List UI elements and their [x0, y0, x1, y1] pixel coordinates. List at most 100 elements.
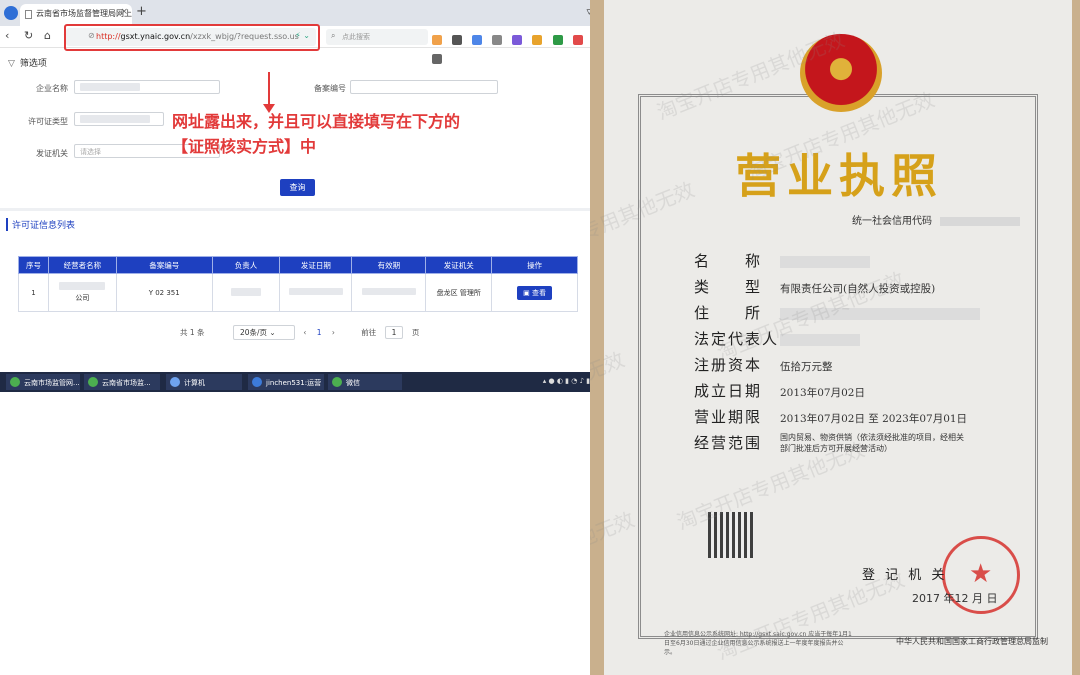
annotation-text-line1: 网址露出来，并且可以直接填写在下方的	[172, 112, 461, 131]
taskbar-item[interactable]: 云南省市场监...	[84, 374, 160, 390]
registration-authority: 登 记 机 关	[862, 568, 948, 583]
issuer-label: 发证机关	[36, 149, 68, 158]
extension-icon[interactable]	[432, 35, 442, 45]
field-term: 营业期限 2013年07月02日 至 2023年07月01日	[694, 408, 968, 426]
field-type: 类 型有限责任公司(自然人投资或控股)	[694, 278, 936, 296]
current-page[interactable]: 1	[317, 328, 322, 337]
field-value-redacted	[780, 308, 980, 320]
permit-table: 序号 经营者名称 备案编号 负责人 发证日期 有效期 发证机关 操作 1 公司 …	[18, 256, 578, 312]
close-tab-icon[interactable]: ×	[120, 7, 128, 17]
cell-issuer: 盘龙区 管理所	[425, 273, 493, 312]
qr-code-icon	[708, 512, 754, 558]
goto-input[interactable]: 1	[384, 326, 404, 339]
column-header: 有效期	[351, 256, 427, 274]
search-input[interactable]: ⌕ 点此搜索	[326, 29, 428, 45]
extension-icon[interactable]	[452, 35, 463, 45]
home-icon[interactable]: ⌂	[44, 29, 51, 42]
field-address: 住 所	[694, 302, 980, 323]
field-established: 成立日期 2013年07月02日	[694, 382, 865, 400]
cell-record-no: Y 02 351	[115, 273, 213, 312]
field-value-redacted	[780, 334, 860, 346]
column-header: 备案编号	[115, 256, 213, 274]
cell-valid-until	[351, 273, 427, 312]
field-value-redacted	[780, 256, 870, 268]
license-title: 营业执照	[735, 149, 943, 203]
cell-issue-date	[279, 273, 353, 312]
browser-icon	[10, 377, 20, 387]
search-placeholder: 点此搜索	[342, 33, 370, 41]
column-header: 序号	[18, 256, 49, 274]
cell-company: 公司	[47, 273, 117, 312]
filter-header: ▽ 筛选项	[8, 59, 47, 69]
credit-code-value-redacted	[940, 216, 1020, 226]
annotation-arrow	[268, 72, 270, 108]
permit-type-label: 许可证类型	[28, 117, 68, 126]
pagination: 共 1 条 20条/页 ⌄ ‹ 1 › 前往 1 页	[180, 325, 419, 340]
tab-bar: 云南省市场监督管理局网上办事 × + ▿	[0, 0, 600, 26]
funnel-icon: ▽	[8, 59, 15, 69]
record-input[interactable]	[350, 80, 498, 94]
back-icon[interactable]: ‹	[5, 29, 9, 42]
column-header: 负责人	[211, 256, 281, 274]
reload-icon[interactable]: ↻	[24, 29, 33, 42]
windows-taskbar: 云南市场监管网... 云南省市场监... 计算机 jinchen531:运营 .…	[0, 372, 600, 392]
prev-page-icon[interactable]: ‹	[303, 328, 306, 337]
column-header: 经营者名称	[47, 256, 117, 274]
browser-logo-icon	[4, 6, 18, 20]
browser-icon	[88, 377, 98, 387]
taskbar-item[interactable]: 微信	[328, 374, 402, 390]
field-capital: 注册资本 伍拾万元整	[694, 356, 833, 374]
shield-icon[interactable]	[552, 35, 563, 45]
grid-icon[interactable]	[432, 54, 442, 64]
next-page-icon[interactable]: ›	[332, 328, 335, 337]
field-name: 名 称	[694, 250, 870, 271]
browser-tab[interactable]: 云南省市场监督管理局网上办事 ×	[20, 4, 132, 26]
table-row: 1 公司 Y 02 351 盘龙区 管理所 ▣ 查看	[18, 273, 578, 312]
query-button[interactable]: 查询	[280, 179, 315, 196]
taskbar-item[interactable]: 云南市场监管网...	[6, 374, 80, 390]
national-emblem-icon	[800, 34, 882, 112]
page-suffix: 页	[411, 328, 420, 337]
taskbar-item[interactable]: jinchen531:运营 ...	[248, 374, 324, 390]
footer-notice: 企业信用信息公示系统网址: http://gsxt.saic.gov.cn 应当…	[664, 631, 852, 656]
credit-code: 统一社会信用代码	[852, 212, 1020, 227]
table-header-row: 序号 经营者名称 备案编号 负责人 发证日期 有效期 发证机关 操作	[18, 256, 578, 274]
cell-action: ▣ 查看	[491, 273, 578, 312]
list-title: 许可证信息列表	[6, 218, 75, 231]
company-label: 企业名称	[36, 84, 68, 93]
computer-icon	[170, 377, 180, 387]
cell-index: 1	[18, 273, 49, 312]
extension-icon[interactable]	[472, 35, 483, 45]
column-header: 发证机关	[425, 256, 493, 274]
system-tray-icon[interactable]: ▴ ● ◐ ▮ ◔ ♪ ▮▮	[543, 377, 594, 385]
registration-date: 2017 年12 月 日	[912, 592, 998, 605]
wechat-icon	[332, 377, 342, 387]
page-size-select[interactable]: 20条/页 ⌄	[232, 325, 295, 340]
extension-icon[interactable]	[512, 35, 523, 45]
footer-issuer: 中华人民共和国国家工商行政管理总局监制	[896, 637, 1048, 646]
record-label: 备案编号	[314, 84, 346, 93]
game-icon[interactable]	[572, 35, 583, 45]
total-count: 共 1 条	[180, 328, 205, 337]
address-highlight-box	[64, 24, 320, 51]
cell-person	[211, 273, 281, 312]
scissors-icon[interactable]	[492, 35, 503, 45]
taskbar-item[interactable]: 计算机	[166, 374, 242, 390]
section-divider	[0, 208, 600, 211]
star-icon: ★	[969, 559, 993, 589]
view-icon: ▣	[523, 288, 532, 297]
annotation-text-line2: 【证照核实方式】中	[172, 137, 317, 156]
field-scope: 经营范围 国内贸易、物资供销（依法须经批准的项目，经相关部门批准后方可开展经营活动…	[694, 433, 964, 453]
new-tab-icon[interactable]: +	[136, 4, 147, 19]
field-legal-rep: 法定代表人	[694, 328, 860, 349]
extension-icon[interactable]	[532, 35, 543, 45]
license-photo: 营业执照 统一社会信用代码 名 称 类 型有限责任公司(自然人投资或控股) 住 …	[590, 0, 1080, 675]
column-header: 操作	[491, 256, 578, 274]
column-header: 发证日期	[279, 256, 353, 274]
company-input[interactable]	[74, 80, 220, 94]
permit-type-select[interactable]	[74, 112, 164, 126]
extension-icons	[432, 30, 600, 64]
app-icon	[252, 377, 262, 387]
view-button[interactable]: ▣ 查看	[517, 285, 552, 300]
browser-screenshot: 云南省市场监督管理局网上办事 × + ▿ ‹ ↻ ⌂ ☆ ⊘ http://gs…	[0, 0, 600, 392]
